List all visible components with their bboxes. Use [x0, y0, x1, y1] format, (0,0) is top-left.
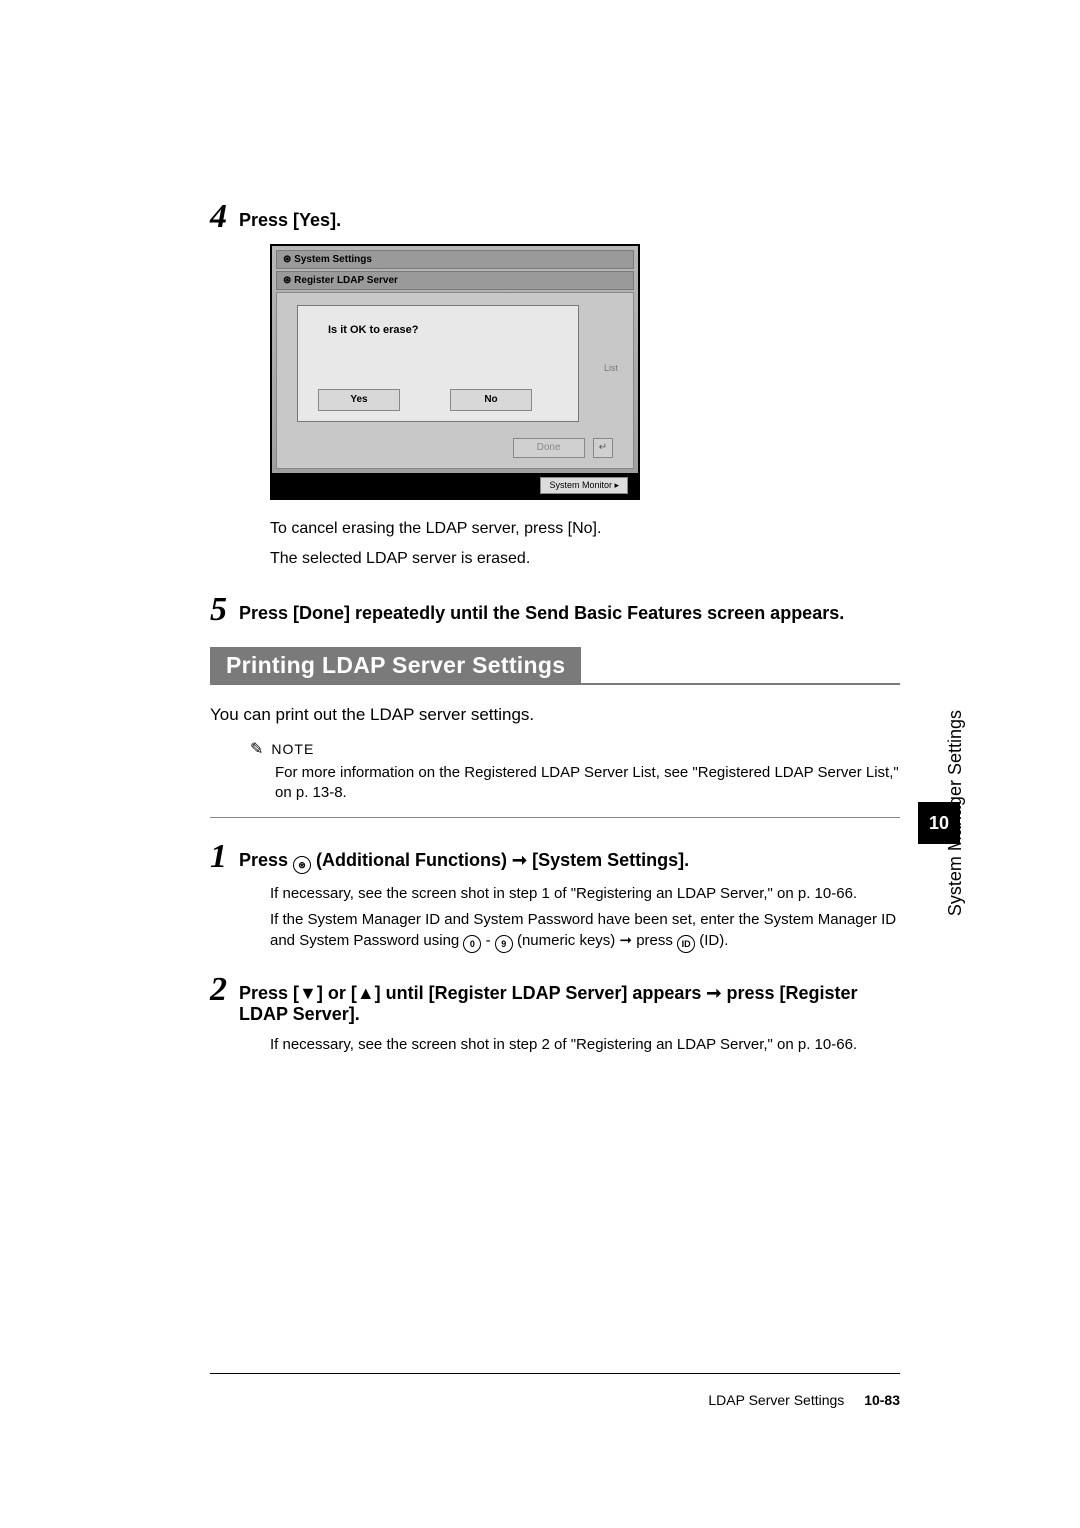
note-header: ✎ NOTE [250, 739, 900, 759]
no-button[interactable]: No [450, 389, 532, 411]
id-key-icon: ID [677, 935, 695, 953]
footer-section: LDAP Server Settings [708, 1392, 844, 1408]
note-icon: ✎ [250, 739, 263, 759]
step-2: 2 Press [▼] or [▲] until [Register LDAP … [210, 973, 900, 1025]
sidebar-chapter-number: 10 [918, 802, 960, 844]
numeric-key-0-icon: 0 [463, 935, 481, 953]
step4-body-2: The selected LDAP server is erased. [270, 548, 900, 570]
step-number: 1 [210, 840, 227, 874]
step-title: Press ⊛ (Additional Functions) ➞ [System… [239, 840, 689, 874]
step2-body-1: If necessary, see the screen shot in ste… [270, 1035, 900, 1055]
done-button[interactable]: Done [513, 438, 585, 458]
text: Press [239, 850, 293, 870]
numeric-key-9-icon: 9 [495, 935, 513, 953]
screen-title-system-settings: ⊛ System Settings [276, 250, 634, 269]
return-icon[interactable]: ↵ [593, 438, 613, 458]
dialog-area: Is it OK to erase? Yes No List Done ↵ [276, 292, 634, 469]
text: (ID). [695, 932, 728, 949]
confirm-dialog: Is it OK to erase? Yes No [297, 305, 579, 422]
step-title: Press [▼] or [▲] until [Register LDAP Se… [239, 973, 900, 1025]
step-4: 4 Press [Yes]. [210, 200, 900, 234]
step4-body-1: To cancel erasing the LDAP server, press… [270, 518, 900, 540]
divider [210, 817, 900, 818]
section-intro: You can print out the LDAP server settin… [210, 703, 900, 727]
note-label: NOTE [271, 741, 314, 757]
section-title: Printing LDAP Server Settings [210, 647, 581, 685]
embedded-screenshot: ⊛ System Settings ⊛ Register LDAP Server… [270, 244, 640, 500]
step-number: 5 [210, 593, 227, 627]
footer-page-number: 10-83 [864, 1392, 900, 1408]
step1-body-2: If the System Manager ID and System Pass… [270, 910, 900, 952]
step1-body-1: If necessary, see the screen shot in ste… [270, 884, 900, 904]
section-rule [581, 683, 900, 685]
system-monitor-button[interactable]: System Monitor ▸ [540, 477, 628, 494]
step-5: 5 Press [Done] repeatedly until the Send… [210, 593, 900, 627]
step-number: 2 [210, 973, 227, 1007]
text: (numeric keys) ➞ press [513, 932, 677, 949]
page-footer: LDAP Server Settings 10-83 [210, 1373, 900, 1408]
step-1: 1 Press ⊛ (Additional Functions) ➞ [Syst… [210, 840, 900, 874]
yes-button[interactable]: Yes [318, 389, 400, 411]
note-text: For more information on the Registered L… [275, 763, 900, 804]
dialog-prompt: Is it OK to erase? [298, 306, 578, 336]
step-number: 4 [210, 200, 227, 234]
step-title: Press [Yes]. [239, 200, 341, 231]
text: (Additional Functions) ➞ [System Setting… [311, 850, 689, 870]
list-label: List [604, 363, 618, 373]
step-title: Press [Done] repeatedly until the Send B… [239, 593, 844, 624]
screen-title-register-ldap: ⊛ Register LDAP Server [276, 271, 634, 290]
text: - [481, 932, 494, 949]
section-header: Printing LDAP Server Settings [210, 647, 900, 685]
additional-functions-icon: ⊛ [293, 856, 311, 874]
